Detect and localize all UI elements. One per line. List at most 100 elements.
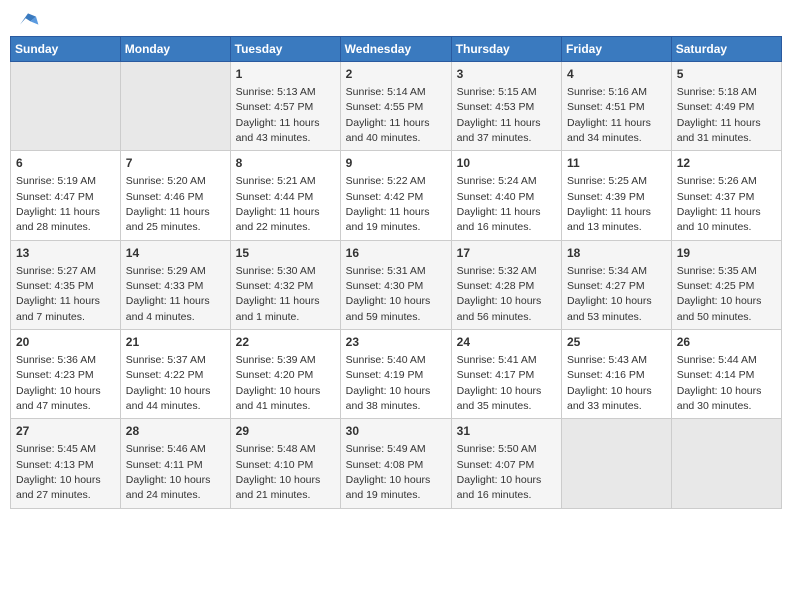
day-number: 10 [457, 155, 556, 172]
day-number: 9 [346, 155, 446, 172]
day-cell: 7 Sunrise: 5:20 AM Sunset: 4:46 PM Daylig… [120, 151, 230, 240]
day-cell [11, 62, 121, 151]
day-cell: 15 Sunrise: 5:30 AM Sunset: 4:32 PM Dayli… [230, 240, 340, 329]
day-number: 16 [346, 245, 446, 262]
header-sunday: Sunday [11, 37, 121, 62]
day-cell: 25 Sunrise: 5:43 AM Sunset: 4:16 PM Dayli… [562, 330, 672, 419]
day-number: 14 [126, 245, 225, 262]
day-info: Sunrise: 5:36 AM Sunset: 4:23 PM Dayligh… [16, 354, 101, 412]
day-number: 17 [457, 245, 556, 262]
day-info: Sunrise: 5:32 AM Sunset: 4:28 PM Dayligh… [457, 265, 542, 323]
day-number: 22 [236, 334, 335, 351]
day-cell: 6 Sunrise: 5:19 AM Sunset: 4:47 PM Daylig… [11, 151, 121, 240]
day-number: 29 [236, 423, 335, 440]
day-cell: 12Sunrise: 5:26 AM Sunset: 4:37 PM Dayli… [671, 151, 781, 240]
week-row-0: 1 Sunrise: 5:13 AM Sunset: 4:57 PM Daylig… [11, 62, 782, 151]
calendar-table: SundayMondayTuesdayWednesdayThursdayFrid… [10, 36, 782, 509]
header-friday: Friday [562, 37, 672, 62]
day-number: 21 [126, 334, 225, 351]
day-info: Sunrise: 5:16 AM Sunset: 4:51 PM Dayligh… [567, 86, 651, 144]
day-cell: 8 Sunrise: 5:21 AM Sunset: 4:44 PM Daylig… [230, 151, 340, 240]
day-number: 27 [16, 423, 115, 440]
day-info: Sunrise: 5:19 AM Sunset: 4:47 PM Dayligh… [16, 175, 100, 233]
day-info: Sunrise: 5:49 AM Sunset: 4:08 PM Dayligh… [346, 443, 431, 501]
day-number: 28 [126, 423, 225, 440]
day-number: 25 [567, 334, 666, 351]
day-info: Sunrise: 5:41 AM Sunset: 4:17 PM Dayligh… [457, 354, 542, 412]
day-number: 18 [567, 245, 666, 262]
day-cell: 5Sunrise: 5:18 AM Sunset: 4:49 PM Daylig… [671, 62, 781, 151]
day-number: 23 [346, 334, 446, 351]
day-number: 2 [346, 66, 446, 83]
day-info: Sunrise: 5:21 AM Sunset: 4:44 PM Dayligh… [236, 175, 320, 233]
week-row-3: 20Sunrise: 5:36 AM Sunset: 4:23 PM Dayli… [11, 330, 782, 419]
day-number: 30 [346, 423, 446, 440]
day-cell: 19 Sunrise: 5:35 AM Sunset: 4:25 PM Dayli… [671, 240, 781, 329]
day-info: Sunrise: 5:24 AM Sunset: 4:40 PM Dayligh… [457, 175, 541, 233]
day-cell: 30 Sunrise: 5:49 AM Sunset: 4:08 PM Dayli… [340, 419, 451, 508]
day-info: Sunrise: 5:15 AM Sunset: 4:53 PM Dayligh… [457, 86, 541, 144]
day-number: 4 [567, 66, 666, 83]
week-row-4: 27 Sunrise: 5:45 AM Sunset: 4:13 PM Dayli… [11, 419, 782, 508]
logo [14, 10, 40, 28]
day-number: 12 [677, 155, 776, 172]
day-cell: 3 Sunrise: 5:15 AM Sunset: 4:53 PM Daylig… [451, 62, 561, 151]
day-cell: 10 Sunrise: 5:24 AM Sunset: 4:40 PM Dayli… [451, 151, 561, 240]
day-info: Sunrise: 5:27 AM Sunset: 4:35 PM Dayligh… [16, 265, 100, 323]
day-cell: 9Sunrise: 5:22 AM Sunset: 4:42 PM Daylig… [340, 151, 451, 240]
day-cell: 31 Sunrise: 5:50 AM Sunset: 4:07 PM Dayli… [451, 419, 561, 508]
day-info: Sunrise: 5:39 AM Sunset: 4:20 PM Dayligh… [236, 354, 321, 412]
day-cell: 24 Sunrise: 5:41 AM Sunset: 4:17 PM Dayli… [451, 330, 561, 419]
day-info: Sunrise: 5:20 AM Sunset: 4:46 PM Dayligh… [126, 175, 210, 233]
day-cell: 27 Sunrise: 5:45 AM Sunset: 4:13 PM Dayli… [11, 419, 121, 508]
day-cell: 29 Sunrise: 5:48 AM Sunset: 4:10 PM Dayli… [230, 419, 340, 508]
header-tuesday: Tuesday [230, 37, 340, 62]
day-cell: 18 Sunrise: 5:34 AM Sunset: 4:27 PM Dayli… [562, 240, 672, 329]
day-number: 7 [126, 155, 225, 172]
day-info: Sunrise: 5:34 AM Sunset: 4:27 PM Dayligh… [567, 265, 652, 323]
week-row-1: 6 Sunrise: 5:19 AM Sunset: 4:47 PM Daylig… [11, 151, 782, 240]
day-cell [562, 419, 672, 508]
day-info: Sunrise: 5:31 AM Sunset: 4:30 PM Dayligh… [346, 265, 431, 323]
day-info: Sunrise: 5:44 AM Sunset: 4:14 PM Dayligh… [677, 354, 762, 412]
day-cell: 4 Sunrise: 5:16 AM Sunset: 4:51 PM Daylig… [562, 62, 672, 151]
header-wednesday: Wednesday [340, 37, 451, 62]
day-cell: 20Sunrise: 5:36 AM Sunset: 4:23 PM Dayli… [11, 330, 121, 419]
day-info: Sunrise: 5:45 AM Sunset: 4:13 PM Dayligh… [16, 443, 101, 501]
header-saturday: Saturday [671, 37, 781, 62]
day-info: Sunrise: 5:43 AM Sunset: 4:16 PM Dayligh… [567, 354, 652, 412]
logo-bird-icon [16, 10, 40, 28]
day-info: Sunrise: 5:18 AM Sunset: 4:49 PM Dayligh… [677, 86, 761, 144]
day-info: Sunrise: 5:29 AM Sunset: 4:33 PM Dayligh… [126, 265, 210, 323]
day-number: 3 [457, 66, 556, 83]
week-row-2: 13Sunrise: 5:27 AM Sunset: 4:35 PM Dayli… [11, 240, 782, 329]
header-thursday: Thursday [451, 37, 561, 62]
day-cell [671, 419, 781, 508]
day-info: Sunrise: 5:25 AM Sunset: 4:39 PM Dayligh… [567, 175, 651, 233]
day-cell: 17 Sunrise: 5:32 AM Sunset: 4:28 PM Dayli… [451, 240, 561, 329]
day-number: 26 [677, 334, 776, 351]
day-number: 15 [236, 245, 335, 262]
day-info: Sunrise: 5:14 AM Sunset: 4:55 PM Dayligh… [346, 86, 430, 144]
day-number: 24 [457, 334, 556, 351]
day-info: Sunrise: 5:13 AM Sunset: 4:57 PM Dayligh… [236, 86, 320, 144]
day-cell: 14 Sunrise: 5:29 AM Sunset: 4:33 PM Dayli… [120, 240, 230, 329]
header-monday: Monday [120, 37, 230, 62]
day-info: Sunrise: 5:50 AM Sunset: 4:07 PM Dayligh… [457, 443, 542, 501]
day-number: 6 [16, 155, 115, 172]
day-info: Sunrise: 5:30 AM Sunset: 4:32 PM Dayligh… [236, 265, 320, 323]
day-number: 31 [457, 423, 556, 440]
day-cell: 2 Sunrise: 5:14 AM Sunset: 4:55 PM Daylig… [340, 62, 451, 151]
day-number: 19 [677, 245, 776, 262]
day-cell: 21Sunrise: 5:37 AM Sunset: 4:22 PM Dayli… [120, 330, 230, 419]
day-cell: 26 Sunrise: 5:44 AM Sunset: 4:14 PM Dayli… [671, 330, 781, 419]
day-info: Sunrise: 5:48 AM Sunset: 4:10 PM Dayligh… [236, 443, 321, 501]
day-number: 1 [236, 66, 335, 83]
day-cell [120, 62, 230, 151]
day-info: Sunrise: 5:40 AM Sunset: 4:19 PM Dayligh… [346, 354, 431, 412]
day-number: 11 [567, 155, 666, 172]
day-info: Sunrise: 5:46 AM Sunset: 4:11 PM Dayligh… [126, 443, 211, 501]
day-info: Sunrise: 5:35 AM Sunset: 4:25 PM Dayligh… [677, 265, 762, 323]
calendar-header-row: SundayMondayTuesdayWednesdayThursdayFrid… [11, 37, 782, 62]
day-number: 8 [236, 155, 335, 172]
